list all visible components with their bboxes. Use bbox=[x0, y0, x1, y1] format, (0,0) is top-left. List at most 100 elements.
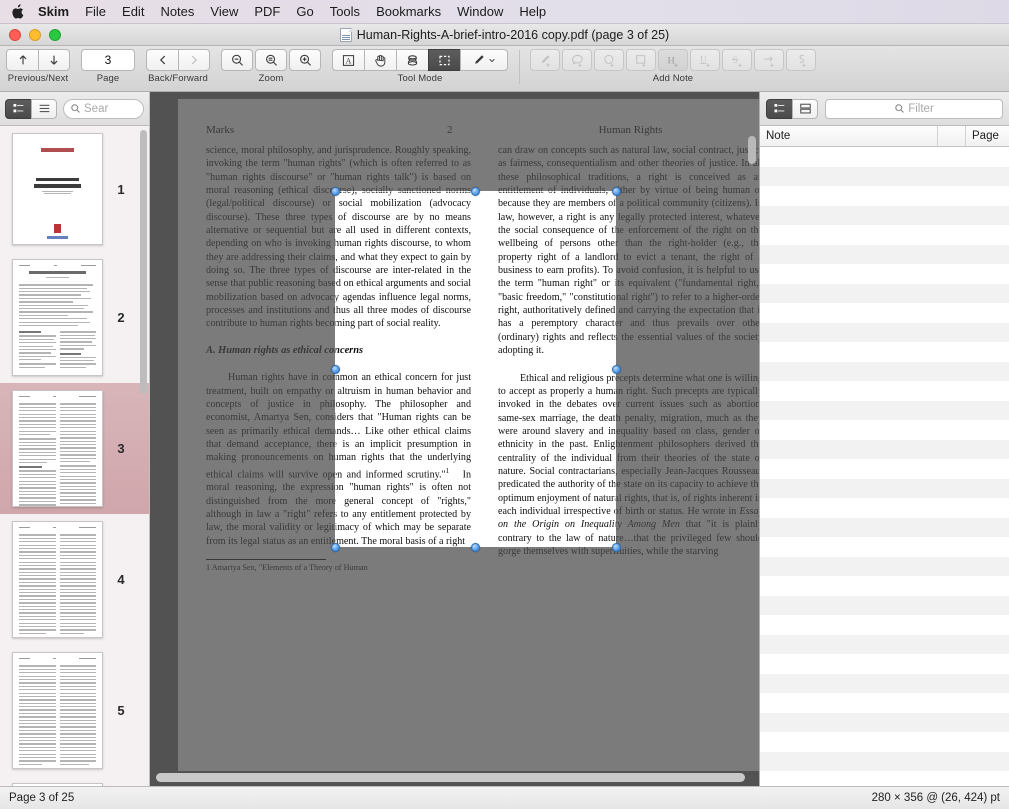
thumbnail-item-5[interactable]: 5 bbox=[0, 645, 149, 776]
pdf-page[interactable]: Marks 2 Human Rights science, moral phil… bbox=[178, 99, 759, 771]
zoom-in-button[interactable] bbox=[289, 49, 321, 71]
previous-page-button[interactable] bbox=[6, 49, 38, 71]
notes-row[interactable] bbox=[760, 478, 1009, 498]
menu-item-pdf[interactable]: PDF bbox=[246, 3, 288, 20]
forward-button[interactable] bbox=[178, 49, 210, 71]
notes-row[interactable] bbox=[760, 166, 1009, 186]
selection-handle-middle-left[interactable] bbox=[330, 364, 340, 374]
notes-row[interactable] bbox=[760, 517, 1009, 537]
selection-handle-top-center[interactable] bbox=[471, 186, 480, 196]
thumbnail-item-1[interactable]: 1 bbox=[0, 126, 149, 252]
back-button[interactable] bbox=[146, 49, 178, 71]
zoom-out-button[interactable] bbox=[221, 49, 253, 71]
notes-row[interactable] bbox=[760, 595, 1009, 615]
notes-row[interactable] bbox=[760, 498, 1009, 518]
notes-row[interactable] bbox=[760, 693, 1009, 713]
notes-row[interactable] bbox=[760, 712, 1009, 732]
thumbnail-item-4[interactable]: 4 bbox=[0, 514, 149, 645]
add-circle-note-button[interactable] bbox=[594, 49, 624, 71]
add-box-note-button[interactable] bbox=[626, 49, 656, 71]
add-ink-button[interactable] bbox=[786, 49, 816, 71]
actual-size-button[interactable] bbox=[255, 49, 287, 71]
svg-text:U: U bbox=[699, 54, 706, 64]
menu-item-file[interactable]: File bbox=[77, 3, 114, 20]
notes-row[interactable] bbox=[760, 361, 1009, 381]
notes-row[interactable] bbox=[760, 459, 1009, 479]
notes-row[interactable] bbox=[760, 264, 1009, 284]
notes-row[interactable] bbox=[760, 205, 1009, 225]
menu-item-go[interactable]: Go bbox=[288, 3, 321, 20]
add-line-button[interactable] bbox=[754, 49, 784, 71]
notes-row[interactable] bbox=[760, 673, 1009, 693]
selection-handle-top-left[interactable] bbox=[330, 186, 340, 196]
notes-group-view-button[interactable] bbox=[792, 98, 818, 119]
notes-row[interactable] bbox=[760, 342, 1009, 362]
apple-logo-icon[interactable] bbox=[4, 4, 30, 19]
selection-handle-top-right[interactable] bbox=[611, 186, 621, 196]
add-freehand-note-button[interactable] bbox=[530, 49, 560, 71]
outline-view-button[interactable] bbox=[31, 98, 57, 119]
selection-handle-bottom-right[interactable] bbox=[611, 542, 621, 552]
notes-row[interactable] bbox=[760, 244, 1009, 264]
notes-column-header-page[interactable]: Page bbox=[965, 126, 1009, 146]
selection-handle-bottom-center[interactable] bbox=[471, 542, 480, 552]
notes-filter-field[interactable]: Filter bbox=[825, 98, 1003, 119]
notes-row[interactable] bbox=[760, 303, 1009, 323]
menu-item-skim[interactable]: Skim bbox=[30, 3, 77, 20]
note-tool-button[interactable] bbox=[460, 49, 508, 71]
magnify-tool-button[interactable] bbox=[396, 49, 428, 71]
selection-handle-bottom-left[interactable] bbox=[330, 542, 340, 552]
add-underline-button[interactable]: U bbox=[690, 49, 720, 71]
notes-row[interactable] bbox=[760, 732, 1009, 752]
zoom-button[interactable] bbox=[49, 28, 61, 41]
thumbnail-item-3[interactable]: 3 bbox=[0, 383, 149, 514]
notes-row[interactable] bbox=[760, 751, 1009, 771]
notes-row[interactable] bbox=[760, 186, 1009, 206]
add-strikeout-button[interactable]: S bbox=[722, 49, 752, 71]
notes-row[interactable] bbox=[760, 283, 1009, 303]
notes-row[interactable] bbox=[760, 634, 1009, 654]
menu-item-edit[interactable]: Edit bbox=[114, 3, 152, 20]
pdf-view[interactable]: Marks 2 Human Rights science, moral phil… bbox=[150, 92, 760, 786]
notes-row[interactable] bbox=[760, 771, 1009, 786]
notes-row[interactable] bbox=[760, 420, 1009, 440]
thumbnail-view-button[interactable] bbox=[5, 98, 31, 119]
menu-item-tools[interactable]: Tools bbox=[322, 3, 368, 20]
text-tool-button[interactable]: A bbox=[332, 49, 364, 71]
thumbnail-scrollbar[interactable] bbox=[140, 130, 147, 394]
menu-item-help[interactable]: Help bbox=[511, 3, 554, 20]
thumbnail-item-6[interactable]: 6 bbox=[0, 776, 149, 786]
page-number-input[interactable]: 3 bbox=[81, 49, 135, 71]
menu-item-bookmarks[interactable]: Bookmarks bbox=[368, 3, 449, 20]
notes-table-body[interactable] bbox=[760, 147, 1009, 786]
next-page-button[interactable] bbox=[38, 49, 70, 71]
notes-row[interactable] bbox=[760, 322, 1009, 342]
pdf-horizontal-scrollbar[interactable] bbox=[156, 773, 745, 782]
menu-item-window[interactable]: Window bbox=[449, 3, 511, 20]
notes-row[interactable] bbox=[760, 439, 1009, 459]
thumbnail-list[interactable]: 1 2 3 4 5 bbox=[0, 126, 149, 786]
notes-list-view-button[interactable] bbox=[766, 98, 792, 119]
select-tool-button[interactable] bbox=[428, 49, 460, 71]
pdf-vertical-scrollbar[interactable] bbox=[748, 136, 756, 164]
add-anchored-note-button[interactable] bbox=[562, 49, 592, 71]
notes-row[interactable] bbox=[760, 556, 1009, 576]
notes-row[interactable] bbox=[760, 381, 1009, 401]
thumbnail-item-2[interactable]: 2 bbox=[0, 252, 149, 383]
menu-item-notes[interactable]: Notes bbox=[152, 3, 202, 20]
sidebar-search-field[interactable]: Sear bbox=[63, 98, 144, 119]
menu-item-view[interactable]: View bbox=[202, 3, 246, 20]
selection-handle-middle-right[interactable] bbox=[611, 364, 621, 374]
notes-row[interactable] bbox=[760, 615, 1009, 635]
notes-row[interactable] bbox=[760, 576, 1009, 596]
minimize-button[interactable] bbox=[29, 28, 41, 41]
notes-row[interactable] bbox=[760, 537, 1009, 557]
notes-row[interactable] bbox=[760, 400, 1009, 420]
notes-column-header-note[interactable]: Note bbox=[760, 130, 937, 142]
add-highlight-button[interactable]: H bbox=[658, 49, 688, 71]
notes-row[interactable] bbox=[760, 225, 1009, 245]
notes-row[interactable] bbox=[760, 147, 1009, 167]
notes-row[interactable] bbox=[760, 654, 1009, 674]
scroll-tool-button[interactable] bbox=[364, 49, 396, 71]
close-button[interactable] bbox=[9, 28, 21, 41]
